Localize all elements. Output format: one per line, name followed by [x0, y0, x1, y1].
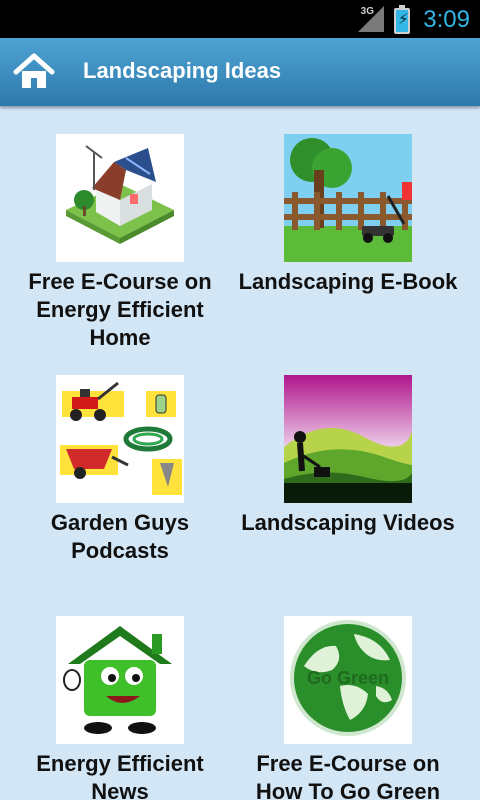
green-house-character-icon: [56, 616, 184, 744]
grid-item-label: Energy Efficient News: [36, 751, 204, 800]
grid-item-label: Landscaping Videos: [241, 510, 455, 535]
battery-icon: ⚡: [394, 5, 410, 34]
go-green-badge-text: Go Green: [307, 668, 389, 688]
status-bar: 3G ⚡ 3:09: [0, 0, 480, 38]
status-clock: 3:09: [423, 6, 470, 33]
mowing-hills-icon: [284, 375, 412, 503]
grid-item-label: Free E-Course on How To Go Green: [255, 751, 441, 800]
eco-house-icon: [56, 134, 184, 262]
signal-icon: [358, 6, 384, 32]
go-green-globe-icon: Go Green: [284, 616, 412, 744]
home-icon[interactable]: [12, 50, 56, 94]
grid-item-label: Landscaping E-Book: [238, 269, 458, 294]
grid-item-label: Garden Guys Podcasts: [50, 510, 190, 563]
lawn-mower-fence-icon: [284, 134, 412, 262]
action-bar: Landscaping Ideas: [0, 38, 480, 106]
ideas-grid: Free E-Course on Energy Efficient Home L…: [0, 106, 480, 800]
grid-item-label: Free E-Course on Energy Efficient Home: [28, 269, 212, 350]
garden-tools-icon: [56, 375, 184, 503]
app-title: Landscaping Ideas: [83, 58, 282, 83]
